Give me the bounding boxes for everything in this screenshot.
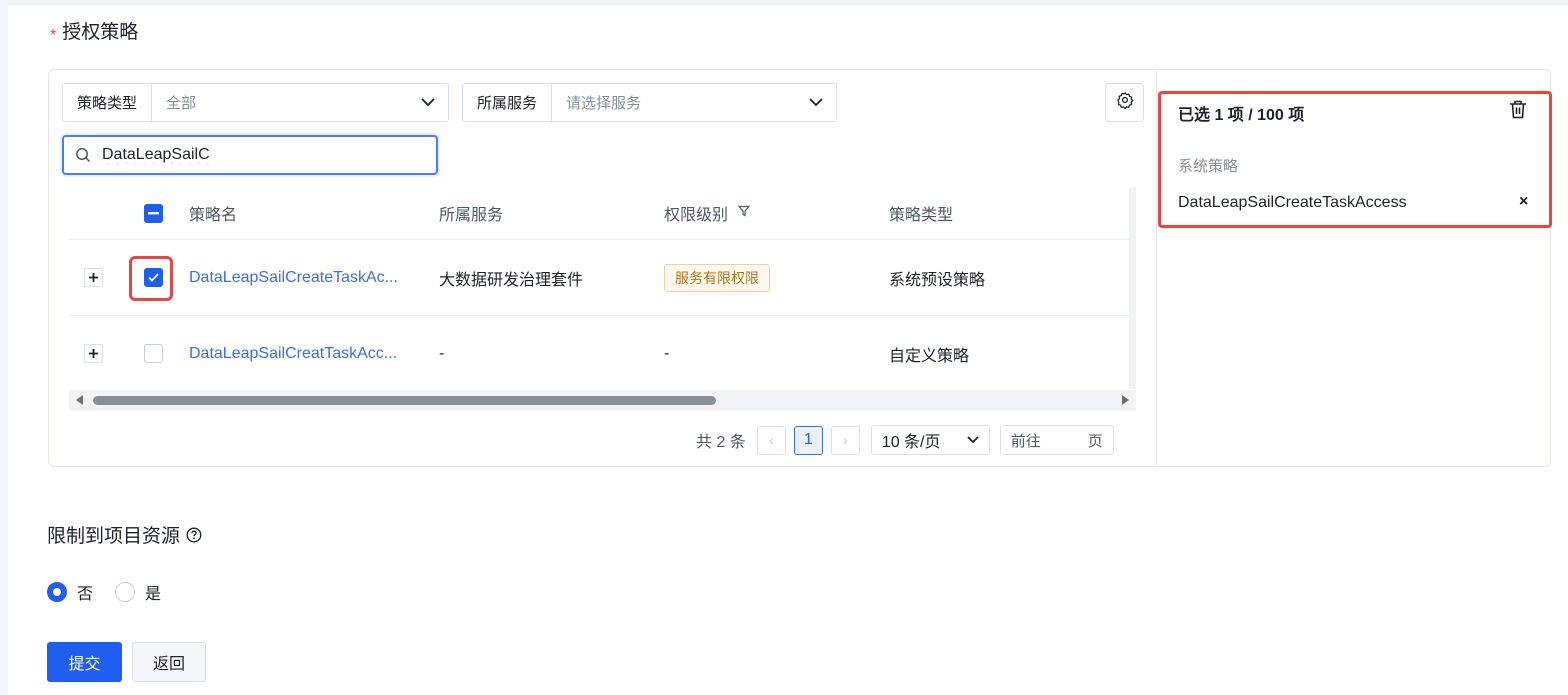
selected-count: 已选 1 项 / 100 项	[1178, 107, 1305, 124]
service-label: 所属服务	[463, 84, 553, 121]
page-size-value: 10 条/页	[881, 434, 941, 451]
horizontal-scrollbar[interactable]	[69, 390, 1136, 411]
policy-name-link[interactable]: DataLeapSailCreateTaskAc...	[189, 240, 398, 315]
selected-item: DataLeapSailCreateTaskAccess	[1178, 194, 1407, 211]
header-level: 权限级别	[664, 187, 751, 239]
page-button[interactable]: 1	[793, 425, 823, 455]
goto-page-input[interactable]: 前往 页	[999, 425, 1114, 455]
required-mark: *	[50, 27, 57, 44]
indeterminate-icon	[144, 203, 163, 223]
limit-radio-group: 否 是	[47, 580, 161, 604]
table-row: DataLeapSailCreateTaskAc... 大数据研发治理套件 服务…	[69, 240, 1136, 316]
header-service: 所属服务	[439, 207, 504, 224]
limit-title: 限制到项目资源	[47, 521, 202, 548]
prev-page-button[interactable]: ‹	[756, 425, 786, 455]
chevron-down-icon	[796, 98, 836, 107]
vertical-scrollbar[interactable]	[1129, 187, 1136, 389]
policy-type-filter[interactable]: 策略类型 全部	[62, 83, 449, 122]
trash-icon	[1509, 100, 1527, 123]
clear-all-button[interactable]	[1509, 100, 1527, 124]
chevron-right-icon: ›	[842, 432, 848, 448]
search-box	[62, 135, 438, 175]
search-input[interactable]	[102, 146, 436, 164]
policy-panel: 策略类型 全部 所属服务 请选择服务 DataLeapSailC 策略名 所属服…	[48, 69, 1552, 467]
search-icon	[64, 147, 102, 163]
section-title-text: 授权策略	[62, 22, 139, 43]
panel-divider	[1156, 70, 1157, 466]
policy-type: 自定义策略	[889, 347, 970, 365]
scroll-left-icon[interactable]	[76, 395, 83, 405]
section-title: * 授权策略	[50, 17, 138, 44]
selected-category: 系统策略	[1178, 158, 1239, 175]
radio-yes-label: 是	[145, 586, 162, 603]
pagination: 共 2 条 ‹ 1 › 10 条/页 前往 页	[696, 425, 1114, 455]
page: * 授权策略 策略类型 全部 所属服务 请选择服务 DataLeapSailC …	[8, 0, 1568, 695]
chevron-down-icon	[967, 431, 979, 449]
header-name: 策略名	[189, 207, 238, 224]
chevron-down-icon	[408, 98, 448, 107]
service-filter[interactable]: 所属服务 请选择服务	[462, 83, 837, 122]
policy-service: -	[439, 344, 445, 362]
gear-icon	[1116, 91, 1134, 114]
row-checkbox[interactable]	[144, 316, 163, 391]
policy-type: 系统预设策略	[889, 271, 986, 289]
service-placeholder: 请选择服务	[566, 95, 642, 112]
header-level-text: 权限级别	[664, 207, 729, 224]
table-row: DataLeapSailCreatTaskAcc... - - 自定义策略	[69, 316, 1136, 392]
checkbox-box	[144, 344, 163, 363]
radio-yes[interactable]: 是	[115, 580, 161, 604]
top-divider	[8, 0, 1568, 5]
expand-button[interactable]	[84, 240, 103, 315]
goto-prefix: 前往	[1010, 432, 1041, 450]
policy-level: -	[664, 344, 670, 362]
remove-item-button[interactable]: ×	[1519, 193, 1528, 211]
radio-dot	[47, 582, 67, 602]
goto-suffix: 页	[1087, 432, 1103, 450]
scroll-right-icon[interactable]	[1122, 395, 1129, 405]
limit-title-text: 限制到项目资源	[47, 526, 181, 547]
plus-icon	[84, 344, 103, 363]
level-tag-cell: 服务有限权限	[664, 240, 770, 315]
policy-table: 策略名 所属服务 权限级别 策略类型 DataLeapSailCreateTas…	[69, 187, 1136, 411]
policy-type-label: 策略类型	[63, 84, 153, 121]
submit-button[interactable]: 提交	[47, 642, 122, 682]
total-count: 共 2 条	[696, 434, 746, 451]
level-tag: 服务有限权限	[664, 263, 770, 292]
highlight-box	[129, 256, 173, 301]
radio-no[interactable]: 否	[47, 580, 93, 604]
radio-dot	[115, 582, 136, 602]
policy-service: 大数据研发治理套件	[439, 271, 584, 289]
help-icon[interactable]	[186, 527, 202, 543]
radio-no-label: 否	[77, 586, 94, 603]
policy-type-value: 全部	[166, 95, 197, 112]
page-size-select[interactable]: 10 条/页	[870, 425, 990, 455]
chevron-left-icon: ‹	[768, 432, 774, 448]
header-type: 策略类型	[889, 207, 954, 224]
table-header: 策略名 所属服务 权限级别 策略类型	[69, 187, 1136, 240]
policy-name-link[interactable]: DataLeapSailCreatTaskAcc...	[189, 316, 397, 391]
select-all-checkbox[interactable]	[144, 187, 163, 239]
scroll-thumb[interactable]	[93, 396, 716, 405]
back-button[interactable]: 返回	[132, 642, 206, 682]
plus-icon	[84, 268, 103, 287]
settings-button[interactable]	[1105, 83, 1144, 122]
expand-button[interactable]	[84, 316, 103, 391]
next-page-button[interactable]: ›	[830, 425, 860, 455]
filter-icon[interactable]	[737, 204, 751, 222]
